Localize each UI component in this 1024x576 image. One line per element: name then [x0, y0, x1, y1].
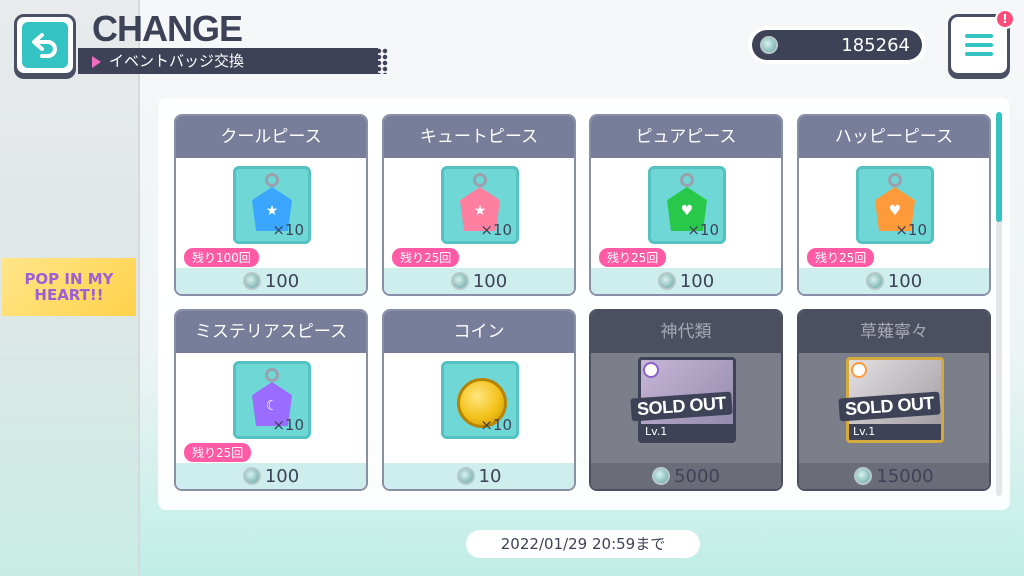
- keyring-icon: [888, 173, 902, 187]
- item-title: 草薙寧々: [799, 311, 989, 353]
- exchange-item-card[interactable]: ピュアピース ♥ ×10 残り25回 100: [589, 114, 783, 296]
- cost-value: 5000: [674, 465, 720, 487]
- exchange-item-card-sold-out: 草薙寧々 Lv.1 SOLD OUT 15000: [797, 309, 991, 491]
- hamburger-line: [965, 52, 993, 56]
- exchange-item-card[interactable]: コイン ×10 10: [382, 309, 576, 491]
- moon-icon: ☾: [265, 398, 279, 414]
- item-icon-frame: ★ ×10: [441, 166, 519, 244]
- keyring-icon: [680, 173, 694, 187]
- event-badge-icon: [865, 272, 884, 290]
- attribute-icon: [851, 362, 867, 378]
- cost-value: 100: [472, 270, 508, 292]
- heart-icon: ♥: [680, 203, 694, 219]
- remaining-count-badge: 残り25回: [599, 248, 667, 267]
- item-icon-frame: ★ ×10: [233, 166, 311, 244]
- item-icon-frame: ☾ ×10: [233, 361, 311, 439]
- event-badge-icon: [854, 467, 873, 485]
- item-cost: 100: [176, 268, 366, 294]
- item-title: コイン: [384, 311, 574, 353]
- currency-display: 185264: [748, 26, 926, 64]
- hamburger-icon: [965, 34, 993, 38]
- item-quantity: ×10: [480, 221, 512, 239]
- card-level: Lv.1: [641, 424, 733, 440]
- notification-badge: !: [995, 9, 1015, 29]
- item-title: 神代類: [591, 311, 781, 353]
- exchange-item-card[interactable]: ミステリアスピース ☾ ×10 残り25回 100: [174, 309, 368, 491]
- cost-value: 100: [264, 270, 300, 292]
- item-title: ハッピーピース: [799, 116, 989, 158]
- remaining-count-badge: 残り25回: [184, 443, 252, 462]
- item-cost: 10: [384, 463, 574, 489]
- back-arrow-icon: [22, 22, 68, 68]
- heart-icon: ♥: [888, 203, 902, 219]
- scrollbar-thumb[interactable]: [996, 112, 1002, 222]
- menu-button[interactable]: !: [948, 9, 1015, 76]
- keyring-icon: [473, 173, 487, 187]
- keyring-icon: [265, 173, 279, 187]
- hamburger-line: [965, 43, 993, 47]
- cost-value: 10: [478, 465, 502, 487]
- item-cost: 5000: [591, 463, 781, 489]
- remaining-count-badge: 残り25回: [807, 248, 875, 267]
- card-level: Lv.1: [849, 424, 941, 440]
- halftone-decoration: [328, 48, 388, 74]
- exchange-item-card[interactable]: クールピース ★ ×10 残り100回 100: [174, 114, 368, 296]
- event-badge-icon: [450, 272, 469, 290]
- event-badge-icon: [242, 272, 261, 290]
- back-button[interactable]: [14, 14, 76, 76]
- keyring-icon: [265, 368, 279, 382]
- event-badge-icon: [657, 272, 676, 290]
- exchange-item-card-sold-out: 神代類 Lv.1 SOLD OUT 5000: [589, 309, 783, 491]
- triangle-icon: [92, 55, 101, 68]
- item-title: ミステリアスピース: [176, 311, 366, 353]
- item-quantity: ×10: [272, 221, 304, 239]
- cost-value: 100: [679, 270, 715, 292]
- cost-value: 15000: [876, 465, 934, 487]
- item-icon-frame: ♥ ×10: [856, 166, 934, 244]
- page-subtitle: イベントバッジ交換: [78, 48, 388, 74]
- subtitle-text: イベントバッジ交換: [109, 52, 245, 70]
- item-title: クールピース: [176, 116, 366, 158]
- event-badge-icon: [456, 467, 475, 485]
- item-title: ピュアピース: [591, 116, 781, 158]
- page-title: CHANGE: [92, 8, 243, 49]
- item-cost: 100: [591, 268, 781, 294]
- item-quantity: ×10: [272, 416, 304, 434]
- exchange-item-card[interactable]: キュートピース ★ ×10 残り25回 100: [382, 114, 576, 296]
- item-cost: 100: [799, 268, 989, 294]
- event-logo-text: POP IN MY HEART!!: [24, 270, 114, 304]
- item-cost: 100: [176, 463, 366, 489]
- remaining-count-badge: 残り25回: [392, 248, 460, 267]
- event-badge-icon: [242, 467, 261, 485]
- cost-value: 100: [264, 465, 300, 487]
- item-icon-frame: ♥ ×10: [648, 166, 726, 244]
- item-quantity: ×10: [687, 221, 719, 239]
- cost-value: 100: [887, 270, 923, 292]
- currency-amount: 185264: [841, 34, 910, 56]
- scrollbar[interactable]: [996, 112, 1002, 496]
- attribute-icon: [643, 362, 659, 378]
- star-icon: ★: [473, 203, 487, 219]
- exchange-item-card[interactable]: ハッピーピース ♥ ×10 残り25回 100: [797, 114, 991, 296]
- item-icon-frame: ×10: [441, 361, 519, 439]
- item-quantity: ×10: [895, 221, 927, 239]
- exchange-deadline: 2022/01/29 20:59まで: [466, 530, 700, 558]
- item-cost: 15000: [799, 463, 989, 489]
- event-logo-banner[interactable]: POP IN MY HEART!!: [2, 258, 136, 316]
- event-badge-icon: [652, 467, 671, 485]
- star-icon: ★: [265, 203, 279, 219]
- remaining-count-badge: 残り100回: [184, 248, 259, 267]
- event-badge-icon: [760, 36, 778, 54]
- item-quantity: ×10: [480, 416, 512, 434]
- item-title: キュートピース: [384, 116, 574, 158]
- item-cost: 100: [384, 268, 574, 294]
